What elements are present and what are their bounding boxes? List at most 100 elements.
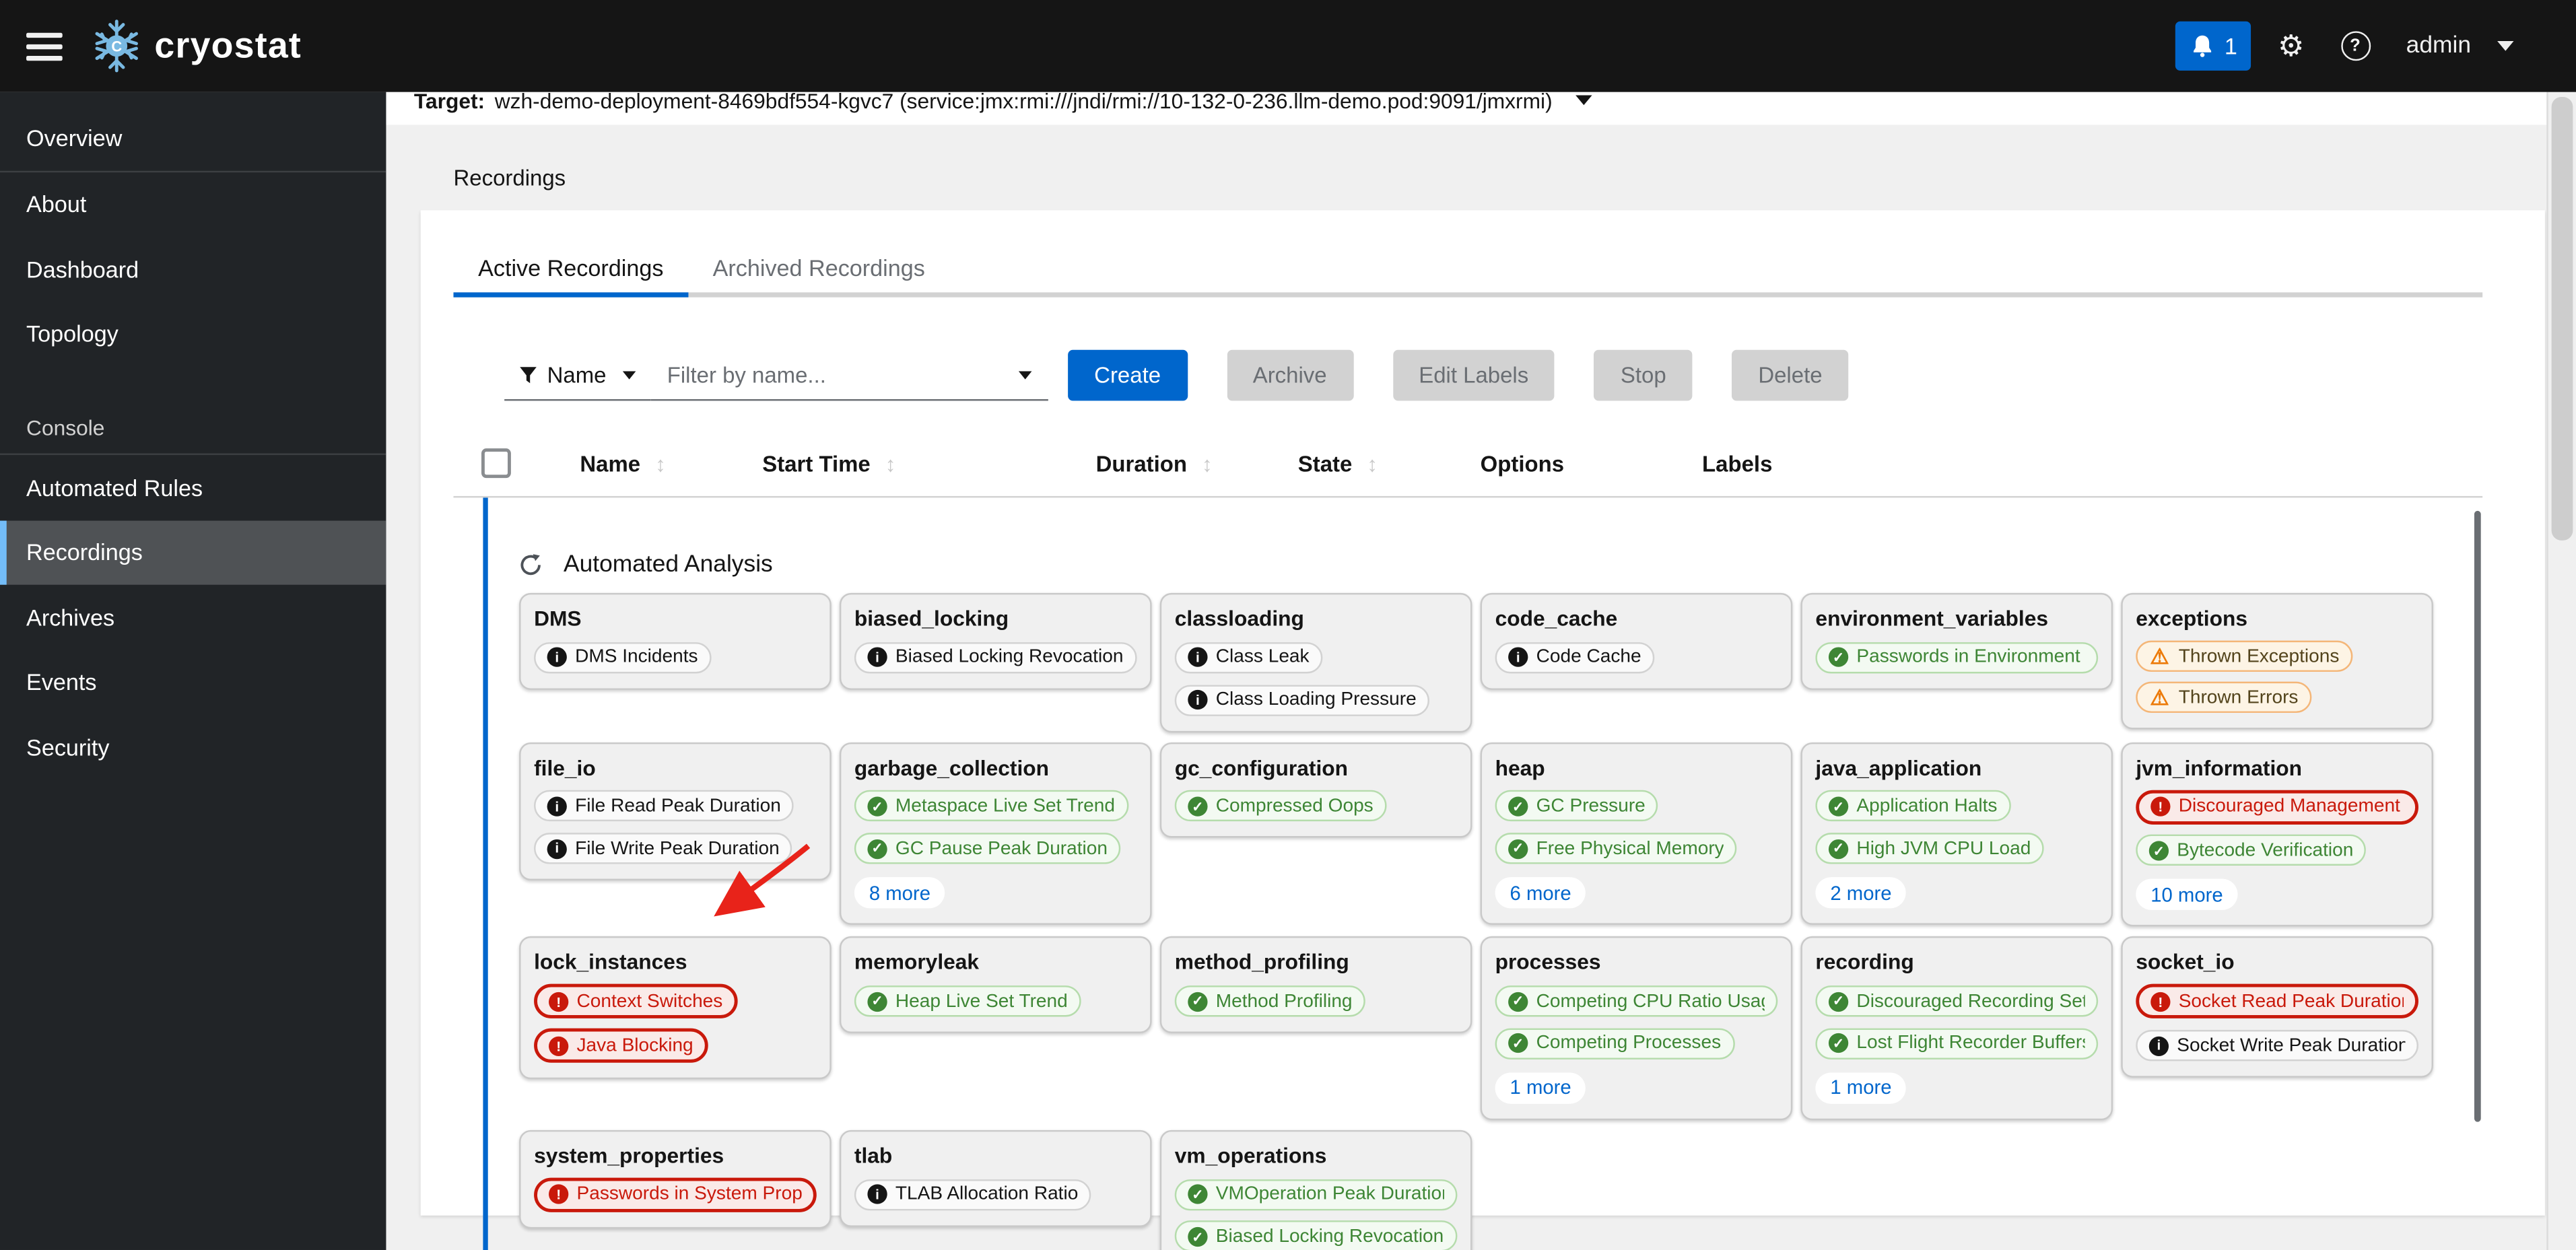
analysis-card-title: heap [1495,755,1545,779]
rule-badge-high-jvm-cpu-load[interactable]: ✓ High JVM CPU Load [1815,833,2044,864]
danger-icon: ! [549,992,569,1012]
rule-badge-discouraged-management-ag[interactable]: ! Discouraged Management Ag... [2136,789,2418,824]
rule-badge-gc-pressure[interactable]: ✓ GC Pressure [1495,790,1659,822]
sort-arrows-icon[interactable]: ↕ [1367,451,1378,476]
badge-row: i Biased Locking Revocation [854,641,1137,673]
sort-arrows-icon[interactable]: ↕ [655,451,666,476]
sidebar-item-automated-rules[interactable]: Automated Rules [0,455,386,520]
rule-badge-method-profiling[interactable]: ✓ Method Profiling [1174,985,1366,1017]
more-rules-link[interactable]: 6 more [1495,877,1586,909]
automated-analysis-row: Automated Analysis DMS i DMS Incidents bias… [483,497,2482,1250]
user-caret-down-icon[interactable] [2497,41,2514,51]
rule-badge-tlab-allocation-ratio[interactable]: i TLAB Allocation Ratio [854,1178,1091,1210]
rule-badge-application-halts[interactable]: ✓ Application Halts [1815,790,2010,822]
rule-badge-lost-flight-recorder-buffers[interactable]: ✓ Lost Flight Recorder Buffers [1815,1027,2099,1060]
target-select[interactable]: Target: wzh-demo-deployment-8469bdf554-k… [386,92,2548,125]
rule-badge-passwords-in-system-properti[interactable]: ! Passwords in System Properti... [534,1177,817,1212]
rule-badge-java-blocking[interactable]: ! Java Blocking [534,1029,708,1064]
sort-arrows-icon[interactable]: ↕ [885,451,896,476]
rule-badge-class-loading-pressure[interactable]: i Class Loading Pressure [1174,684,1430,716]
rule-badge-biased-locking-revocation[interactable]: i Biased Locking Revocation [854,641,1137,673]
sidebar-item-security[interactable]: Security [0,714,386,779]
notifications-button[interactable]: 1 [2175,21,2251,71]
sidebar-item-archives[interactable]: Archives [0,585,386,650]
rule-badge-vmoperation-peak-duration[interactable]: ✓ VMOperation Peak Duration [1174,1178,1458,1210]
archive-button: Archive [1226,349,1353,401]
more-rules-link[interactable]: 10 more [2136,879,2238,911]
user-menu[interactable]: admin [2406,33,2471,59]
content-area: Target: wzh-demo-deployment-8469bdf554-k… [386,92,2548,1250]
rule-badge-discouraged-recording-setti[interactable]: ✓ Discouraged Recording Setti... [1815,985,2099,1017]
rule-badge-file-read-peak-duration[interactable]: i File Read Peak Duration [534,790,794,822]
rule-badge-metaspace-live-set-trend[interactable]: ✓ Metaspace Live Set Trend [854,790,1128,822]
sidebar-item-dashboard[interactable]: Dashboard [0,236,386,301]
sidebar-item-topology[interactable]: Topology [0,302,386,366]
sidebar-item-events[interactable]: Events [0,650,386,714]
rule-badge-competing-processes[interactable]: ✓ Competing Processes [1495,1027,1734,1060]
rule-badge-socket-read-peak-duration[interactable]: ! Socket Read Peak Duration [2136,984,2418,1019]
rule-badge-competing-cpu-ratio-usage[interactable]: ✓ Competing CPU Ratio Usage [1495,985,1778,1017]
rule-badge-heap-live-set-trend[interactable]: ✓ Heap Live Set Trend [854,985,1081,1017]
column-header-duration[interactable]: Duration ↕ [1096,451,1298,476]
target-caret-down-icon[interactable] [1575,95,1592,106]
filter-placeholder: Filter by name... [667,362,826,387]
analysis-card-grid: DMS i DMS Incidents biased_locking i Biased L… [519,592,2482,1250]
rule-badge-socket-write-peak-duration[interactable]: i Socket Write Peak Duration [2136,1030,2418,1062]
rule-badge-gc-pause-peak-duration[interactable]: ✓ GC Pause Peak Duration [854,833,1121,864]
sort-arrows-icon[interactable]: ↕ [1202,451,1213,476]
more-rules-link[interactable]: 1 more [1495,1072,1586,1104]
filter-category-select[interactable]: Name [504,349,651,401]
refresh-icon[interactable] [519,553,542,576]
info-icon: i [1508,648,1528,668]
question-circle-icon[interactable]: ? [2340,31,2370,61]
menu-icon[interactable] [26,32,63,61]
tab-active-recordings[interactable]: Active Recordings [453,242,689,298]
page-scrollbar-thumb[interactable] [2551,96,2573,541]
page-scrollbar[interactable] [2546,92,2576,1250]
analysis-scrollbar-thumb[interactable] [2474,510,2481,1122]
analysis-card-java-application: java_application ✓ Application Halts ✓ High … [1800,741,2113,925]
sidebar-item-about[interactable]: About [0,172,386,236]
rule-badge-free-physical-memory[interactable]: ✓ Free Physical Memory [1495,833,1738,864]
badge-row: i File Read Peak Duration [534,790,817,822]
sidebar-item-overview[interactable]: Overview [0,105,386,170]
rule-badge-label: Discouraged Management Ag... [2178,796,2404,817]
rule-badge-file-write-peak-duration[interactable]: i File Write Peak Duration [534,833,793,864]
more-rules-link[interactable]: 1 more [1815,1072,1907,1104]
rule-badge-dms-incidents[interactable]: i DMS Incidents [534,641,712,673]
target-select-bar: Target: wzh-demo-deployment-8469bdf554-k… [386,92,2548,125]
rule-badge-thrown-errors[interactable]: ⚠ Thrown Errors [2136,681,2312,714]
rule-badge-bytecode-verification[interactable]: ✓ Bytecode Verification [2136,835,2367,866]
rule-badge-label: Class Leak [1215,648,1310,668]
filter-by-name-input[interactable]: Filter by name... [650,349,1048,401]
rule-badge-class-leak[interactable]: i Class Leak [1174,641,1323,673]
warning-icon: ⚠ [2150,685,2169,710]
rule-badge-biased-locking-revocation-p[interactable]: ✓ Biased Locking Revocation P... [1174,1220,1458,1250]
tab-archived-recordings[interactable]: Archived Recordings [688,242,949,293]
gear-icon[interactable]: ⚙ [2278,31,2304,61]
nav-section-label: Console [26,415,105,440]
rule-badge-label: GC Pause Peak Duration [895,838,1108,859]
rule-badge-passwords-in-environment-va[interactable]: ✓ Passwords in Environment Va... [1815,641,2099,673]
danger-icon: ! [2150,992,2171,1012]
select-all-checkbox[interactable] [481,448,511,479]
more-rules-link[interactable]: 2 more [1815,877,1907,909]
rule-badge-code-cache[interactable]: i Code Cache [1495,641,1655,673]
column-header-start-time[interactable]: Start Time ↕ [762,451,1095,476]
column-header-state[interactable]: State ↕ [1298,451,1481,476]
rule-badge-label: High JVM CPU Load [1856,838,2031,859]
column-label: State [1297,450,1353,476]
rule-badge-thrown-exceptions[interactable]: ⚠ Thrown Exceptions [2136,640,2352,672]
column-header-name[interactable]: Name ↕ [580,451,762,476]
rule-badge-context-switches[interactable]: ! Context Switches [534,984,738,1019]
sidebar-item-recordings[interactable]: Recordings [0,520,386,585]
info-icon: i [867,1184,887,1204]
create-button[interactable]: Create [1068,349,1188,401]
more-rules-link[interactable]: 8 more [854,877,945,909]
success-icon: ✓ [1508,796,1528,817]
recordings-panel: Active Recordings Archived Recordings Na… [420,210,2545,1250]
brand[interactable]: C cryostat [92,18,302,74]
danger-icon: ! [549,1036,569,1056]
rule-badge-compressed-oops[interactable]: ✓ Compressed Oops [1174,790,1387,822]
rule-badge-label: File Read Peak Duration [575,796,781,817]
